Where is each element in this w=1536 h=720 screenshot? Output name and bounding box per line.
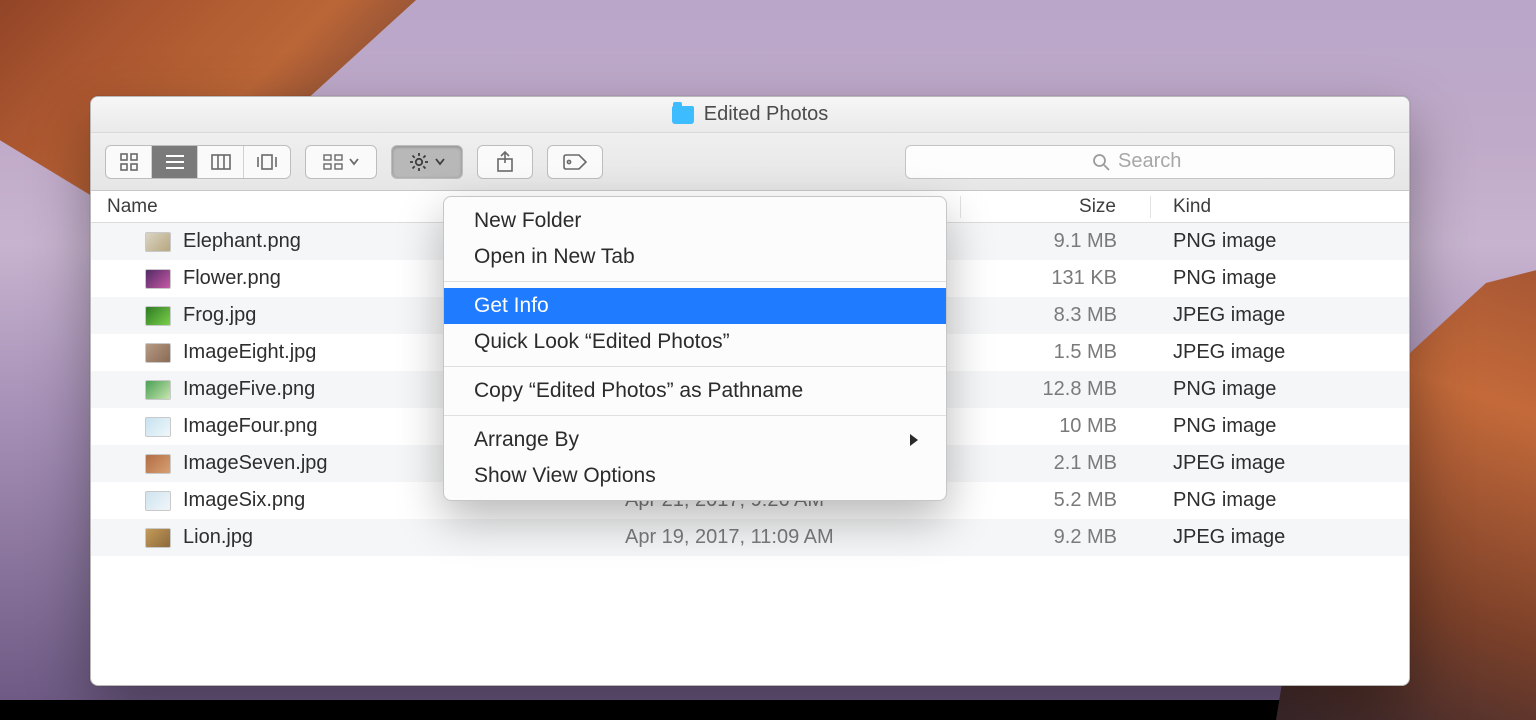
action-menu: New Folder Open in New Tab Get Info Quic…	[443, 196, 947, 501]
cell-kind: JPEG image	[1151, 304, 1409, 327]
file-name: ImageFour.png	[183, 415, 318, 438]
cell-size: 8.3 MB	[961, 304, 1151, 327]
menu-item-arrange-by[interactable]: Arrange By	[444, 422, 946, 458]
window-title: Edited Photos	[704, 103, 829, 126]
cell-size: 131 KB	[961, 267, 1151, 290]
cell-kind: PNG image	[1151, 489, 1409, 512]
chevron-down-icon	[349, 158, 359, 166]
arrange-dropdown-button[interactable]	[305, 145, 377, 179]
search-input[interactable]	[1118, 150, 1208, 173]
list-view-icon	[165, 154, 185, 170]
share-icon	[496, 151, 514, 173]
view-mode-segmented	[105, 145, 291, 179]
cell-size: 9.1 MB	[961, 230, 1151, 253]
menu-item-get-info[interactable]: Get Info	[444, 288, 946, 324]
file-name: Lion.jpg	[183, 526, 253, 549]
view-icon-button[interactable]	[106, 146, 152, 178]
file-name: ImageSix.png	[183, 489, 305, 512]
view-gallery-button[interactable]	[244, 146, 290, 178]
cell-size: 2.1 MB	[961, 452, 1151, 475]
cell-name: Lion.jpg	[91, 526, 611, 549]
menu-item-copy-pathname[interactable]: Copy “Edited Photos” as Pathname	[444, 373, 946, 409]
cell-kind: PNG image	[1151, 378, 1409, 401]
cell-kind: JPEG image	[1151, 341, 1409, 364]
coverflow-view-icon	[256, 154, 278, 170]
file-name: Elephant.png	[183, 230, 301, 253]
folder-icon	[672, 106, 694, 124]
menu-item-new-folder[interactable]: New Folder	[444, 203, 946, 239]
file-thumbnail-icon	[145, 454, 171, 474]
file-thumbnail-icon	[145, 491, 171, 511]
cell-size: 9.2 MB	[961, 526, 1151, 549]
menu-item-show-view-options[interactable]: Show View Options	[444, 458, 946, 494]
file-name: ImageEight.jpg	[183, 341, 316, 364]
cell-kind: JPEG image	[1151, 526, 1409, 549]
file-name: ImageFive.png	[183, 378, 315, 401]
file-name: Flower.png	[183, 267, 281, 290]
file-thumbnail-icon	[145, 380, 171, 400]
file-name: ImageSeven.jpg	[183, 452, 328, 475]
chevron-down-icon	[435, 158, 445, 166]
cell-size: 12.8 MB	[961, 378, 1151, 401]
toolbar	[91, 133, 1409, 191]
cell-kind: JPEG image	[1151, 452, 1409, 475]
search-field[interactable]	[905, 145, 1395, 179]
menu-separator	[444, 415, 946, 416]
search-icon	[1092, 153, 1110, 171]
gear-icon	[409, 152, 429, 172]
file-thumbnail-icon	[145, 528, 171, 548]
cell-size: 5.2 MB	[961, 489, 1151, 512]
cell-kind: PNG image	[1151, 415, 1409, 438]
tags-button[interactable]	[547, 145, 603, 179]
view-column-button[interactable]	[198, 146, 244, 178]
file-thumbnail-icon	[145, 269, 171, 289]
cell-date: Apr 19, 2017, 11:09 AM	[611, 526, 961, 549]
window-titlebar[interactable]: Edited Photos	[91, 97, 1409, 133]
menu-item-quick-look[interactable]: Quick Look “Edited Photos”	[444, 324, 946, 360]
menu-separator	[444, 366, 946, 367]
cell-kind: PNG image	[1151, 230, 1409, 253]
view-list-button[interactable]	[152, 146, 198, 178]
cell-kind: PNG image	[1151, 267, 1409, 290]
menu-separator	[444, 281, 946, 282]
column-header-size[interactable]: Size	[961, 196, 1151, 218]
file-thumbnail-icon	[145, 417, 171, 437]
column-view-icon	[211, 154, 231, 170]
share-button[interactable]	[477, 145, 533, 179]
column-header-kind[interactable]: Kind	[1151, 196, 1409, 218]
cell-size: 10 MB	[961, 415, 1151, 438]
file-row[interactable]: Lion.jpg Apr 19, 2017, 11:09 AM9.2 MBJPEG…	[91, 519, 1409, 556]
cell-size: 1.5 MB	[961, 341, 1151, 364]
action-dropdown-button[interactable]	[391, 145, 463, 179]
file-name: Frog.jpg	[183, 304, 256, 327]
submenu-arrow-icon	[908, 433, 920, 447]
tag-icon	[562, 153, 588, 171]
file-thumbnail-icon	[145, 306, 171, 326]
icon-view-icon	[120, 153, 138, 171]
file-thumbnail-icon	[145, 343, 171, 363]
menu-item-label: Arrange By	[474, 428, 579, 452]
menu-item-open-new-tab[interactable]: Open in New Tab	[444, 239, 946, 275]
file-thumbnail-icon	[145, 232, 171, 252]
arrange-icon	[323, 154, 343, 170]
